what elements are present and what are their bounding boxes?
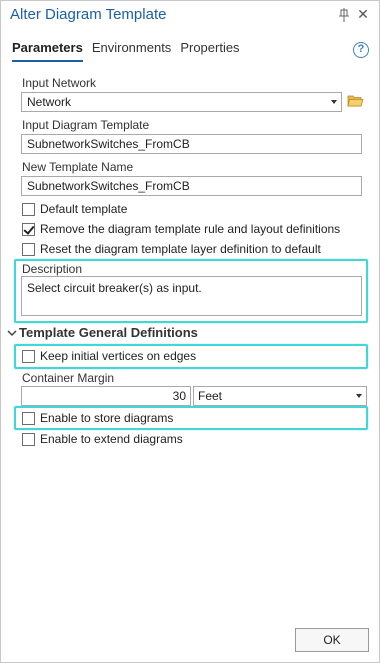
tab-environments[interactable]: Environments	[92, 40, 171, 62]
keep-vertices-checkbox[interactable]: Keep initial vertices on edges	[22, 348, 196, 364]
default-template-label: Default template	[40, 202, 128, 216]
default-template-checkbox[interactable]: Default template	[22, 201, 127, 217]
new-template-label: New Template Name	[22, 160, 134, 174]
auto-hide-pin-icon[interactable]	[337, 7, 351, 23]
margin-unit-dropdown[interactable]: Feet	[193, 386, 367, 406]
reset-layer-checkbox[interactable]: Reset the diagram template layer definit…	[22, 241, 321, 257]
keep-vertices-label: Keep initial vertices on edges	[40, 349, 197, 363]
input-template-field[interactable]: SubnetworkSwitches_FromCB	[21, 134, 362, 154]
enable-store-checkbox[interactable]: Enable to store diagrams	[22, 410, 173, 426]
checkbox-box[interactable]	[22, 411, 35, 425]
remove-rule-label: Remove the diagram template rule and lay…	[40, 222, 341, 236]
enable-extend-checkbox[interactable]: Enable to extend diagrams	[22, 431, 183, 447]
tool-title: Alter Diagram Template	[10, 6, 167, 23]
section-title[interactable]: Template General Definitions	[19, 325, 198, 340]
description-textarea[interactable]: Select circuit breaker(s) as input.	[21, 276, 362, 316]
remove-rule-checkbox[interactable]: Remove the diagram template rule and lay…	[22, 221, 340, 237]
input-template-value: SubnetworkSwitches_FromCB	[27, 137, 190, 151]
checkbox-box[interactable]	[22, 202, 35, 216]
close-icon[interactable]: ✕	[356, 6, 370, 22]
tab-parameters[interactable]: Parameters	[12, 40, 83, 62]
tab-strip: Parameters Environments Properties	[12, 40, 249, 62]
description-label: Description	[22, 262, 83, 276]
new-template-value: SubnetworkSwitches_FromCB	[27, 179, 190, 193]
checkbox-box[interactable]	[22, 242, 35, 256]
geoprocessing-pane: Alter Diagram Template ✕ Parameters Envi…	[0, 0, 380, 663]
checkbox-box-checked[interactable]	[22, 222, 35, 236]
new-template-field[interactable]: SubnetworkSwitches_FromCB	[21, 176, 362, 196]
folder-browse-icon[interactable]	[347, 94, 364, 108]
input-network-dropdown[interactable]: Network	[21, 92, 342, 112]
help-icon[interactable]: ?	[353, 42, 369, 58]
container-margin-label: Container Margin	[22, 371, 115, 385]
reset-layer-label: Reset the diagram template layer definit…	[40, 242, 321, 256]
input-network-value: Network	[27, 95, 72, 109]
chevron-down-icon	[356, 394, 362, 398]
container-margin-input[interactable]: 30	[21, 386, 191, 406]
collapse-chevron-icon[interactable]	[7, 327, 17, 339]
checkbox-box[interactable]	[22, 349, 35, 363]
checkbox-box[interactable]	[22, 432, 35, 446]
input-template-label: Input Diagram Template	[22, 118, 150, 132]
chevron-down-icon	[331, 100, 337, 104]
margin-unit-value: Feet	[198, 389, 223, 403]
enable-store-label: Enable to store diagrams	[40, 411, 174, 425]
input-network-label: Input Network	[22, 76, 97, 90]
title-bar: Alter Diagram Template ✕	[1, 1, 379, 31]
ok-button[interactable]: OK	[295, 628, 369, 652]
tab-properties[interactable]: Properties	[180, 40, 239, 62]
enable-extend-label: Enable to extend diagrams	[40, 432, 183, 446]
